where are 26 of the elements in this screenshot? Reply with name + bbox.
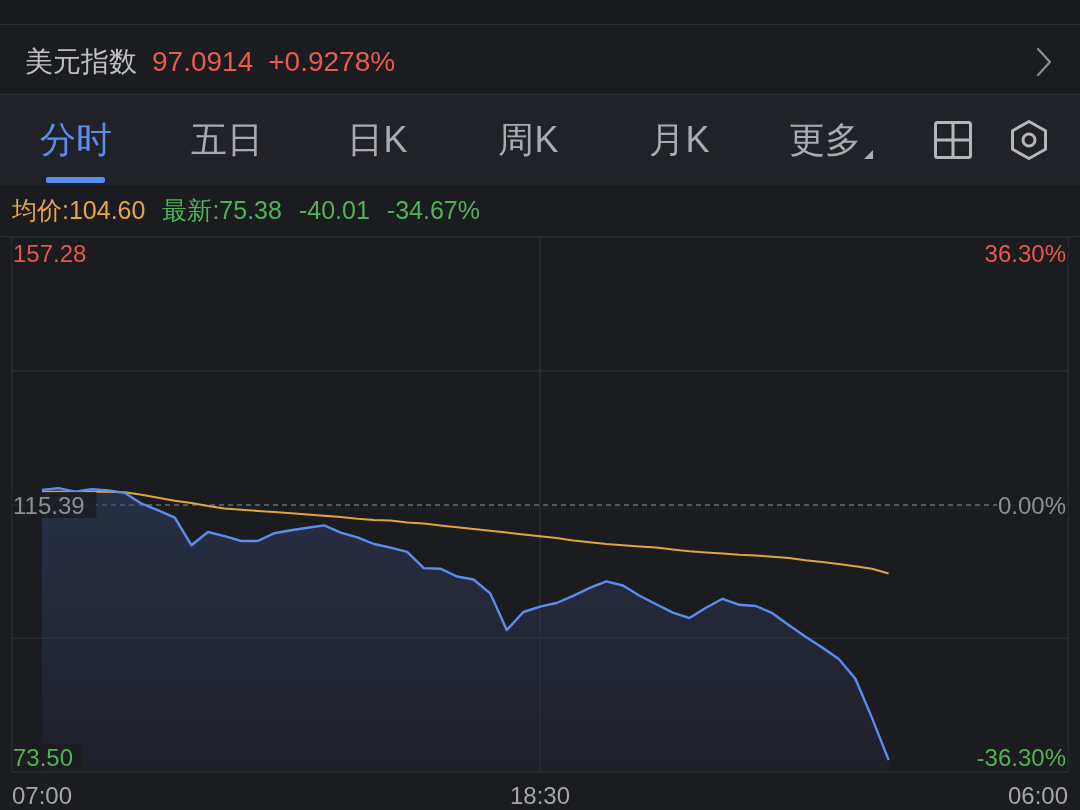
percent-axis-label: 36.30%	[984, 240, 1066, 267]
percent-axis-label: 0.00%	[997, 492, 1066, 519]
period-tab[interactable]: 月K	[604, 95, 755, 185]
time-axis-label: 07:00	[11, 782, 73, 809]
price-axis-label: 73.50	[13, 743, 74, 771]
percent-axis-label: -36.30%	[976, 743, 1066, 771]
price-change: -40.01	[298, 196, 370, 225]
index-name: 美元指数	[25, 44, 137, 79]
period-tab[interactable]: 分时	[0, 95, 151, 185]
time-axis-label: 06:00	[1007, 782, 1069, 809]
period-tab[interactable]: 五日	[151, 95, 302, 185]
latest-price: 最新:75.38	[162, 195, 282, 226]
index-change-percent: +0.9278%	[268, 45, 396, 78]
price-axis-label: 115.39	[13, 492, 85, 519]
period-tab[interactable]: 周K	[453, 95, 604, 185]
chevron-right-icon[interactable]	[1036, 46, 1052, 77]
dropdown-tab[interactable]: 更多	[755, 95, 906, 185]
average-price: 均价:104.60	[12, 195, 146, 226]
caret-icon	[863, 150, 873, 159]
grid-icon[interactable]	[934, 121, 972, 159]
price-change-percent: -34.67%	[386, 196, 480, 225]
index-price: 97.0914	[152, 45, 254, 78]
period-tab[interactable]: 日K	[302, 95, 453, 185]
settings-icon[interactable]	[1010, 120, 1048, 160]
time-axis-label: 18:30	[509, 782, 571, 809]
price-axis-label: 157.28	[13, 240, 87, 267]
